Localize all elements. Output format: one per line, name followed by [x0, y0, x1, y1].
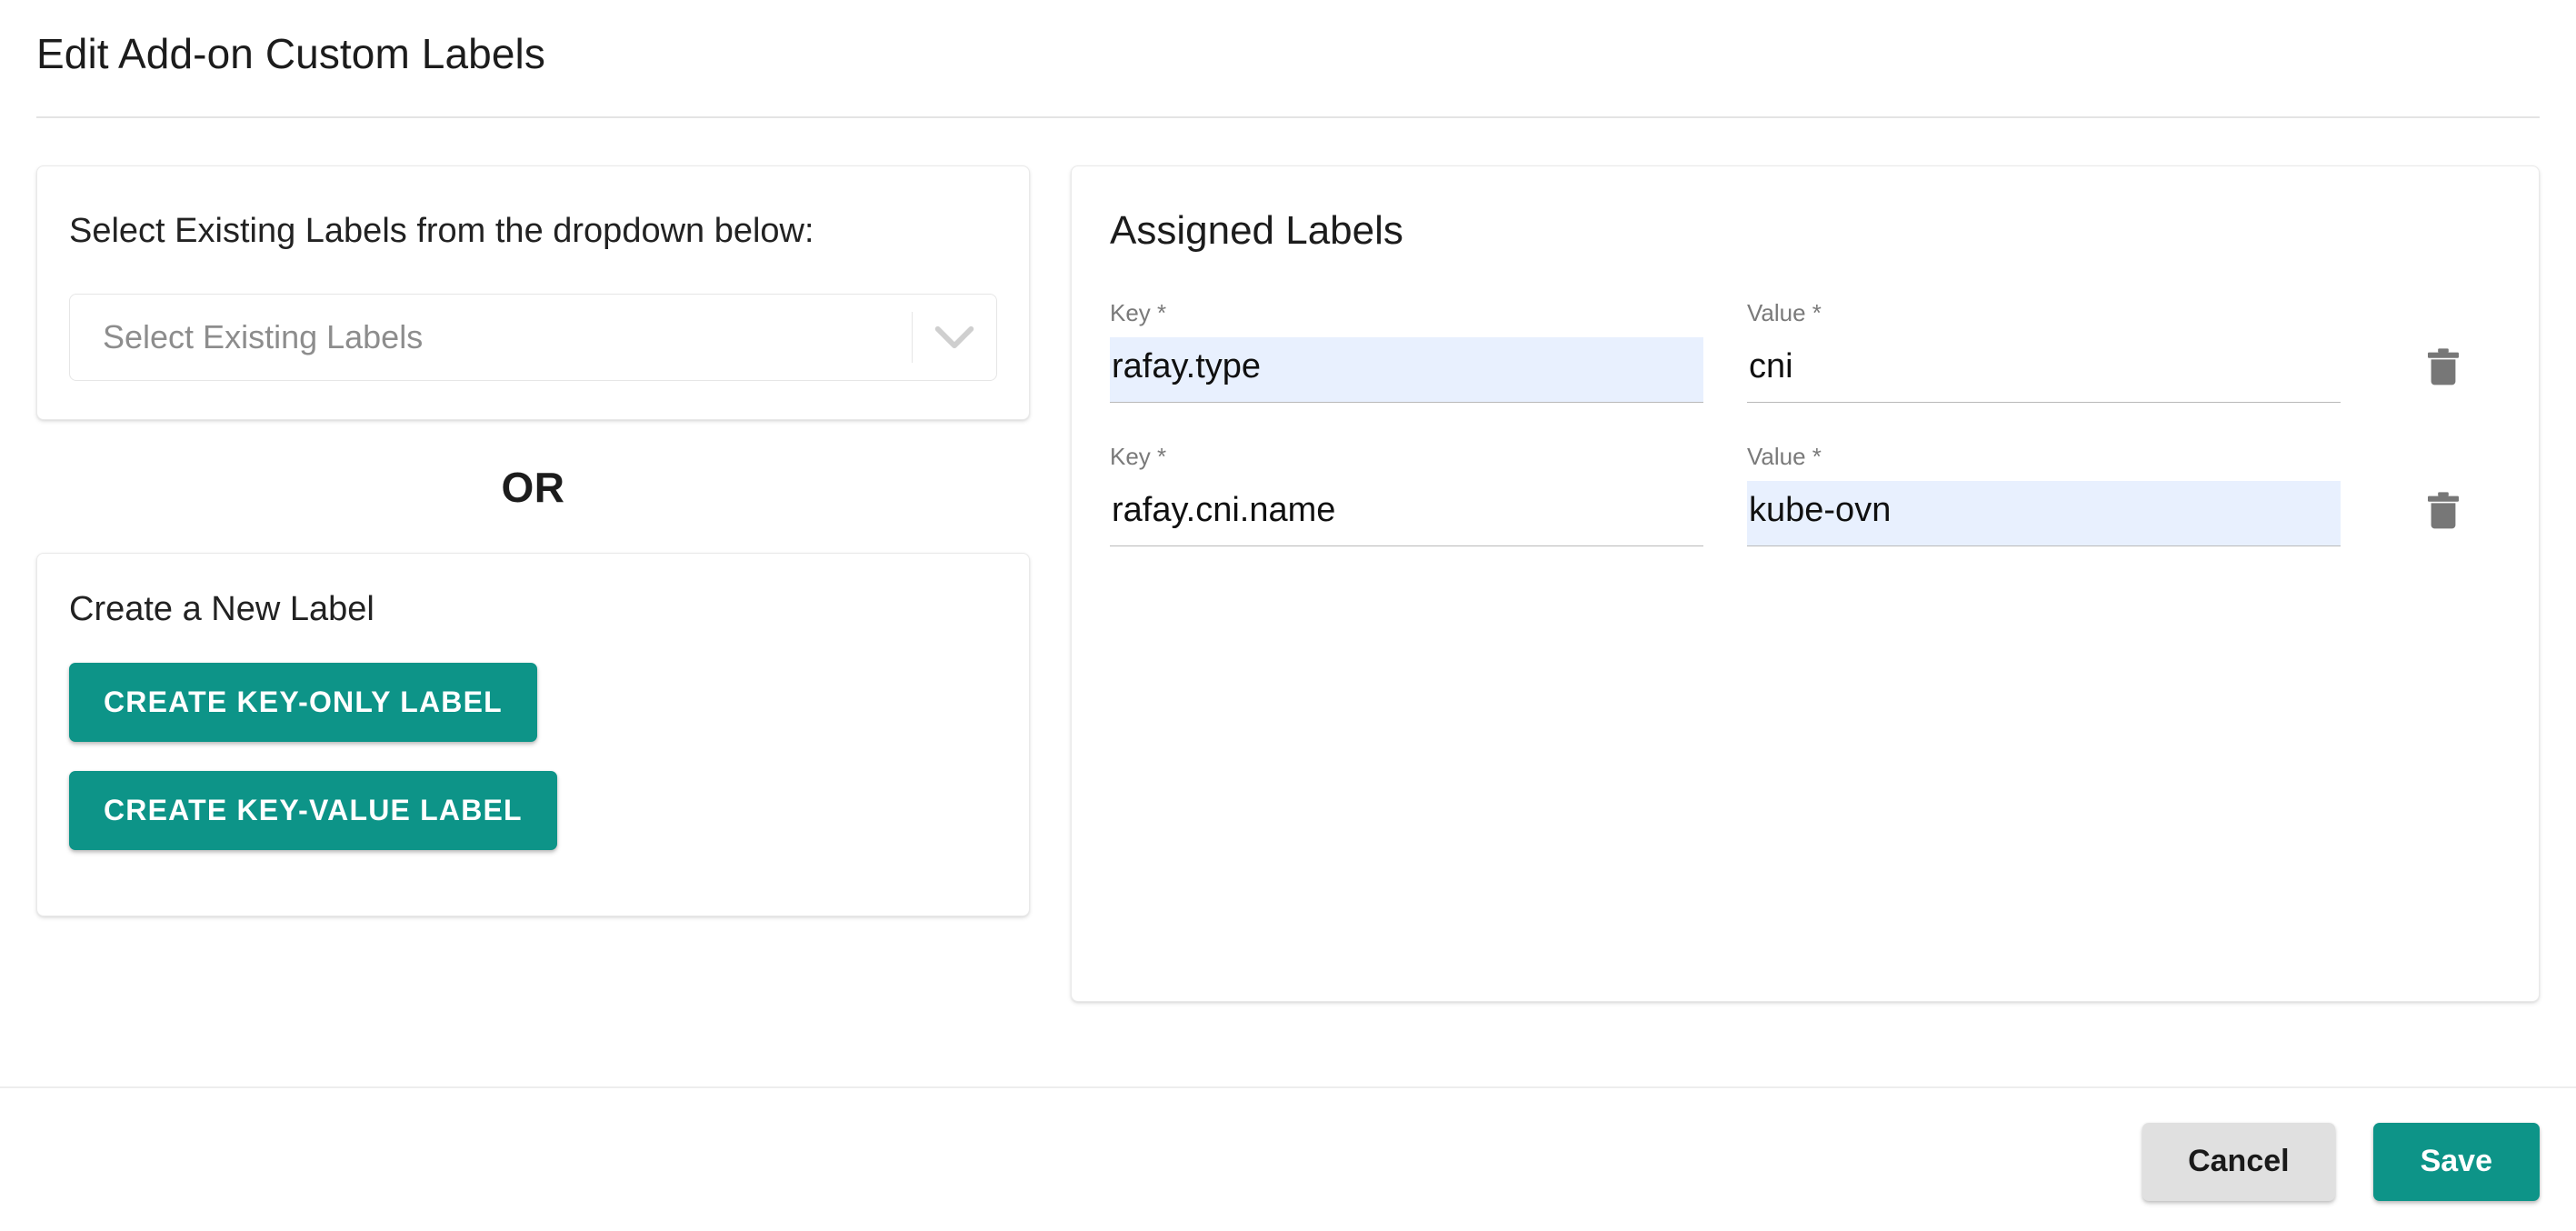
key-field-label: Key *	[1110, 443, 1167, 470]
key-field-label: Key *	[1110, 299, 1167, 326]
assigned-labels-card: Assigned Labels Key * Value *	[1071, 165, 2540, 1002]
delete-label-button[interactable]	[2419, 341, 2468, 394]
edit-addon-custom-labels-dialog: Edit Add-on Custom Labels Select Existin…	[0, 0, 2576, 1231]
select-existing-labels-placeholder: Select Existing Labels	[103, 318, 424, 355]
value-field-label: Value *	[1747, 443, 1822, 470]
create-new-label-title: Create a New Label	[69, 590, 374, 628]
value-field-group: Value *	[1747, 297, 2341, 403]
assigned-label-row: Key * Value *	[1110, 297, 2502, 403]
dialog-footer: Cancel Save	[0, 1086, 2576, 1231]
value-input[interactable]	[1747, 337, 2341, 403]
select-existing-labels-card: Select Existing Labels from the dropdown…	[36, 165, 1030, 420]
select-existing-labels-dropdown[interactable]: Select Existing Labels	[69, 294, 997, 381]
value-input[interactable]	[1747, 481, 2341, 546]
page-title: Edit Add-on Custom Labels	[36, 30, 545, 77]
key-field-group: Key *	[1110, 441, 1703, 546]
assigned-label-row: Key * Value *	[1110, 441, 2502, 546]
key-input[interactable]	[1110, 337, 1703, 403]
create-key-only-label-button[interactable]: CREATE KEY-ONLY LABEL	[69, 663, 537, 742]
dialog-body: Select Existing Labels from the dropdown…	[0, 120, 2576, 1086]
delete-cell	[2384, 337, 2502, 403]
key-input[interactable]	[1110, 481, 1703, 546]
dialog-header: Edit Add-on Custom Labels	[0, 0, 2576, 120]
trash-icon	[2424, 346, 2462, 388]
chevron-down-icon[interactable]	[913, 324, 996, 351]
key-field-group: Key *	[1110, 297, 1703, 403]
trash-icon	[2424, 490, 2462, 532]
value-field-group: Value *	[1747, 441, 2341, 546]
assigned-labels-title: Assigned Labels	[1110, 208, 1403, 253]
or-divider-text: OR	[501, 464, 565, 511]
delete-label-button[interactable]	[2419, 485, 2468, 537]
left-column: Select Existing Labels from the dropdown…	[36, 165, 1030, 916]
save-button[interactable]: Save	[2372, 1122, 2540, 1201]
value-field-label: Value *	[1747, 299, 1822, 326]
header-divider	[36, 116, 2540, 118]
create-key-value-label-button[interactable]: CREATE KEY-VALUE LABEL	[69, 771, 557, 850]
right-column: Assigned Labels Key * Value *	[1071, 165, 2540, 1002]
create-new-label-card: Create a New Label CREATE KEY-ONLY LABEL…	[36, 553, 1030, 916]
delete-cell	[2384, 481, 2502, 546]
cancel-button[interactable]: Cancel	[2142, 1122, 2335, 1201]
select-existing-labels-instruction: Select Existing Labels from the dropdown…	[69, 212, 814, 250]
